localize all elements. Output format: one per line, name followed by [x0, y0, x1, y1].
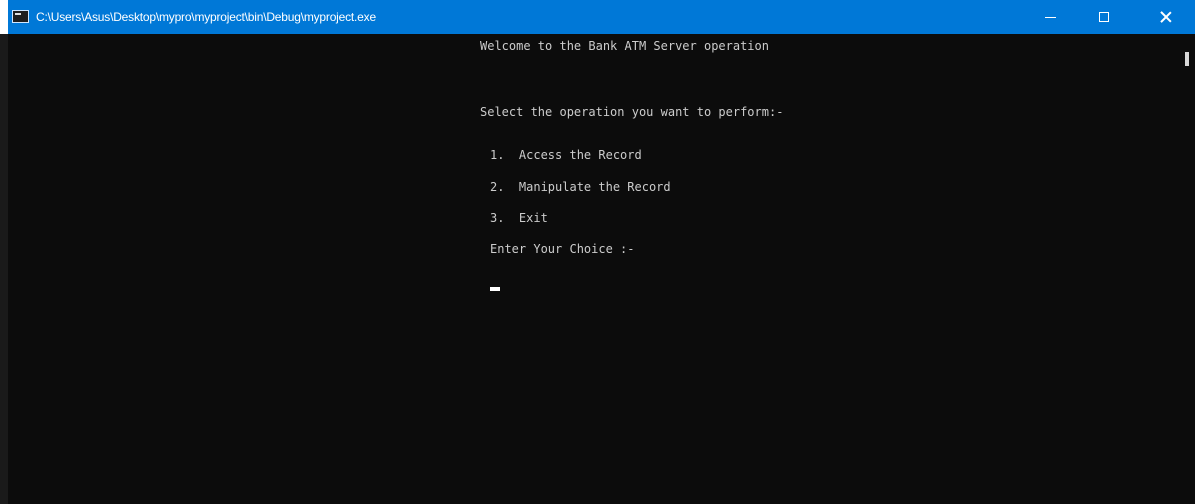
scrollbar-thumb[interactable] [1185, 52, 1189, 66]
choice-prompt: Enter Your Choice :- [490, 242, 635, 256]
menu-option-manipulate: 2. Manipulate the Record [490, 180, 671, 194]
menu-option-exit: 3. Exit [490, 211, 548, 225]
vertical-scrollbar[interactable] [1179, 34, 1195, 504]
welcome-line: Welcome to the Bank ATM Server operation [480, 39, 769, 53]
minimize-button[interactable] [1027, 0, 1073, 34]
maximize-button[interactable] [1081, 0, 1127, 34]
window-left-edge [0, 34, 8, 504]
maximize-icon [1099, 12, 1109, 22]
close-icon [1160, 11, 1172, 23]
menu-option-access: 1. Access the Record [490, 148, 642, 162]
console-app-icon[interactable] [12, 10, 29, 23]
minimize-icon [1044, 16, 1056, 18]
title-bar[interactable]: C:\Users\Asus\Desktop\mypro\myproject\bi… [8, 0, 1195, 34]
close-button[interactable] [1143, 0, 1189, 34]
window-title: C:\Users\Asus\Desktop\mypro\myproject\bi… [36, 10, 376, 24]
console-output[interactable]: Welcome to the Bank ATM Server operation… [8, 34, 1176, 504]
operation-prompt: Select the operation you want to perform… [480, 105, 784, 119]
console-window: C:\Users\Asus\Desktop\mypro\myproject\bi… [8, 0, 1195, 504]
text-cursor [490, 287, 500, 291]
